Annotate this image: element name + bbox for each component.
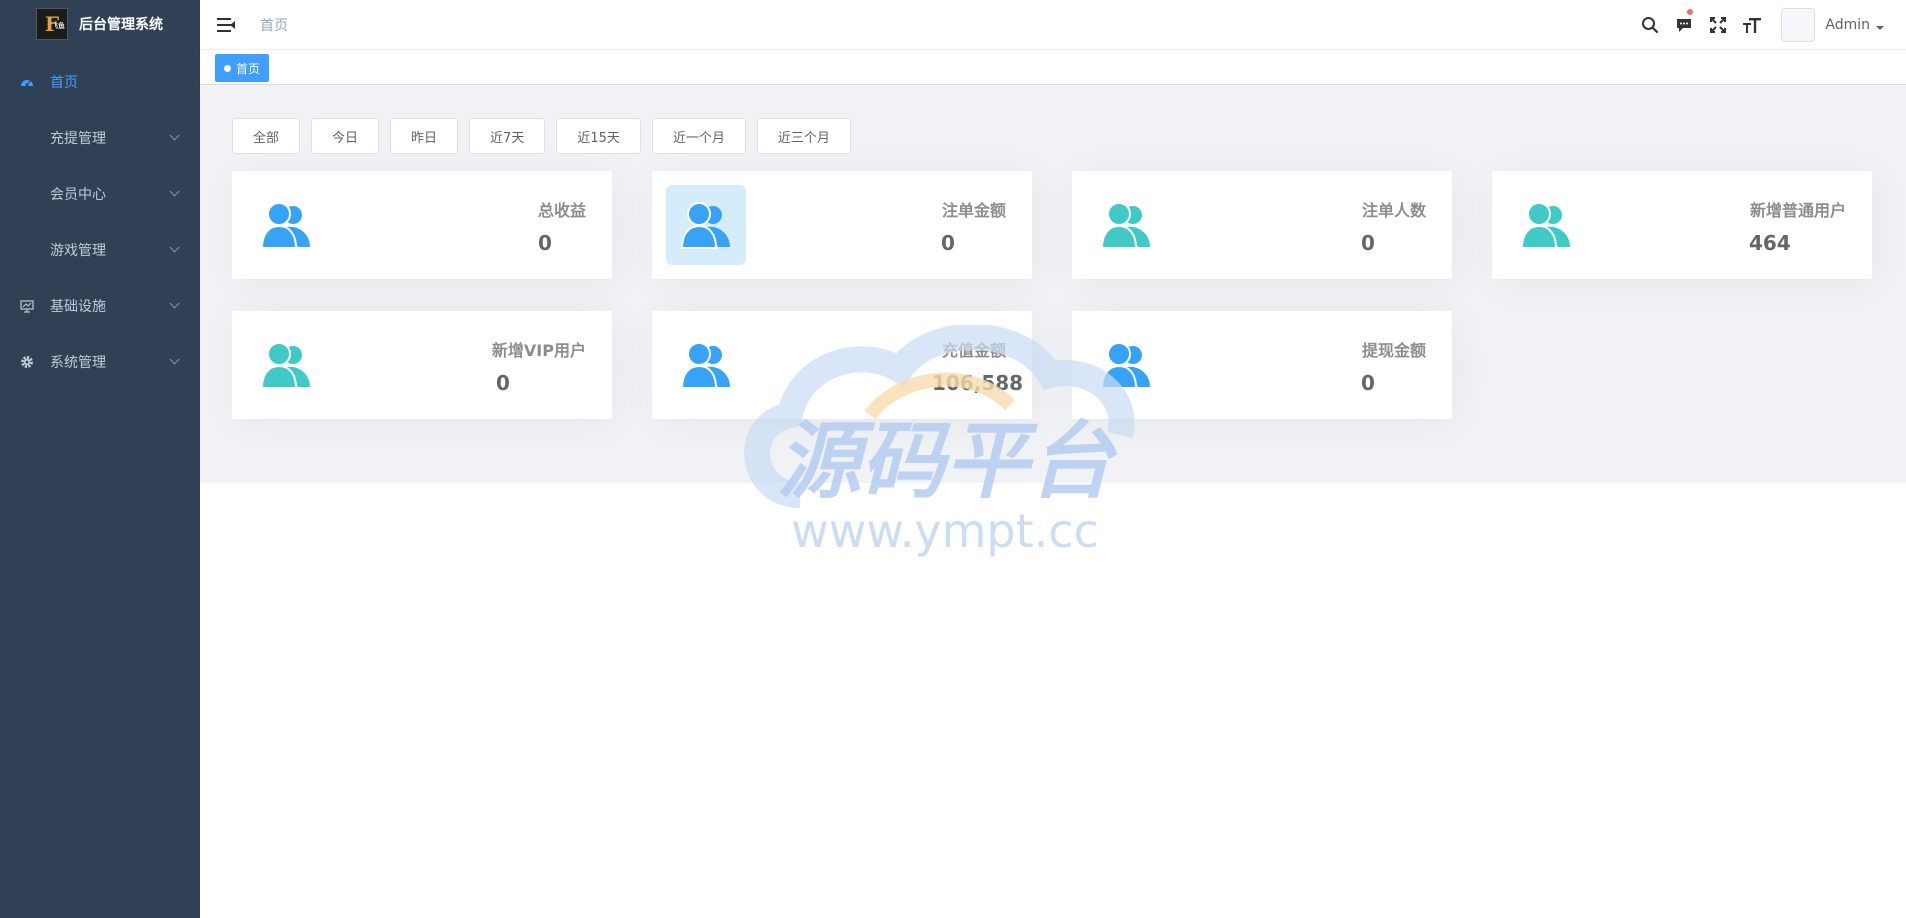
chevron-down-icon: [169, 186, 180, 197]
notification-dot: [1687, 9, 1694, 15]
sidebar-item-label: 会员中心: [50, 187, 106, 203]
filter-all-button[interactable]: 全部: [232, 118, 301, 154]
sidebar-item-games[interactable]: 游戏管理: [0, 222, 200, 278]
sidebar-item-label: 系统管理: [50, 355, 106, 371]
card-value: 0: [1361, 371, 1375, 395]
dashboard-icon: [18, 76, 36, 88]
watermark-url: www.ympt.cc: [791, 504, 1099, 558]
sidebar: F 飞鱼 后台管理系统 首页 充提管理 会员中心 游戏管理 基础设施 系统管理: [0, 0, 200, 918]
app-title: 后台管理系统: [79, 16, 163, 33]
chevron-down-icon: [169, 242, 180, 253]
search-icon[interactable]: [1633, 0, 1667, 50]
active-dot-icon: [224, 64, 231, 72]
fullscreen-icon[interactable]: [1701, 0, 1735, 50]
tags-view: 首页: [200, 50, 1906, 85]
chevron-down-icon: [169, 354, 180, 365]
date-filter-group: 全部 今日 昨日 近7天 近15天 近一个月 近三个月: [232, 118, 862, 154]
card-title: 注单金额: [941, 201, 1006, 220]
dashboard-main: 全部 今日 昨日 近7天 近15天 近一个月 近三个月 总收益 0 注单金额 0…: [200, 85, 1906, 483]
card-title: 新增普通用户: [1749, 201, 1846, 220]
logo-sub: 飞鱼: [51, 20, 65, 30]
logo-area[interactable]: F 飞鱼 后台管理系统: [0, 0, 200, 47]
card-title: 总收益: [537, 201, 586, 220]
hamburger-icon[interactable]: [217, 17, 235, 32]
card-title: 新增VIP用户: [491, 341, 586, 360]
card-value: 0: [1361, 231, 1375, 255]
sidebar-item-label: 首页: [50, 75, 78, 91]
sidebar-item-label: 基础设施: [50, 299, 106, 315]
breadcrumb[interactable]: 首页: [260, 15, 288, 35]
filter-3months-button[interactable]: 近三个月: [756, 118, 851, 154]
sidebar-item-home[interactable]: 首页: [0, 54, 200, 110]
message-icon[interactable]: [1667, 0, 1701, 50]
user-name: Admin: [1825, 17, 1870, 33]
stat-card-new-vip[interactable]: 新增VIP用户 0: [232, 311, 612, 419]
users-icon: [246, 185, 326, 265]
user-menu[interactable]: Admin: [1781, 8, 1884, 42]
card-title: 注单人数: [1361, 201, 1426, 220]
chevron-down-icon: [169, 130, 180, 141]
filter-yesterday-button[interactable]: 昨日: [390, 118, 459, 154]
users-icon: [1506, 185, 1586, 265]
sidebar-item-deposit-withdraw[interactable]: 充提管理: [0, 110, 200, 166]
card-title: 提现金额: [1361, 341, 1426, 360]
sidebar-item-infrastructure[interactable]: 基础设施: [0, 278, 200, 334]
sidebar-item-label: 充提管理: [50, 131, 106, 147]
filter-15days-button[interactable]: 近15天: [556, 118, 641, 154]
tag-label: 首页: [236, 61, 261, 76]
filter-today-button[interactable]: 今日: [311, 118, 380, 154]
stat-card-bettors[interactable]: 注单人数 0: [1072, 171, 1452, 279]
avatar: [1781, 8, 1816, 42]
card-value: 106,588: [932, 371, 1024, 395]
top-navbar: 首页 Admin: [200, 0, 1906, 50]
users-icon: [1086, 185, 1166, 265]
stat-card-bet-amount[interactable]: 注单金额 0: [652, 171, 1032, 279]
stat-card-deposit[interactable]: 充值金额 106,588: [652, 311, 1032, 419]
card-value: 0: [496, 371, 510, 395]
chevron-down-icon: [169, 298, 180, 309]
sidebar-item-system[interactable]: 系统管理: [0, 334, 200, 390]
card-value: 0: [538, 231, 552, 255]
card-value: 0: [941, 231, 955, 255]
tag-home[interactable]: 首页: [215, 54, 270, 82]
stat-card-total-income[interactable]: 总收益 0: [232, 171, 612, 279]
font-size-icon[interactable]: [1735, 0, 1769, 50]
app-logo: F 飞鱼: [36, 7, 68, 40]
monitor-icon: [18, 299, 36, 313]
gear-icon: [18, 355, 36, 369]
stat-card-withdraw[interactable]: 提现金额 0: [1072, 311, 1452, 419]
users-icon: [666, 185, 746, 265]
stat-card-new-users[interactable]: 新增普通用户 464: [1492, 171, 1872, 279]
card-title: 充值金额: [941, 341, 1006, 360]
users-icon: [1086, 325, 1166, 405]
sidebar-item-label: 游戏管理: [50, 243, 106, 259]
filter-1month-button[interactable]: 近一个月: [651, 118, 746, 154]
caret-down-icon: [1876, 26, 1884, 30]
card-value: 464: [1749, 231, 1791, 255]
filter-7days-button[interactable]: 近7天: [469, 118, 546, 154]
users-icon: [246, 325, 326, 405]
sidebar-item-members[interactable]: 会员中心: [0, 166, 200, 222]
users-icon: [666, 325, 746, 405]
